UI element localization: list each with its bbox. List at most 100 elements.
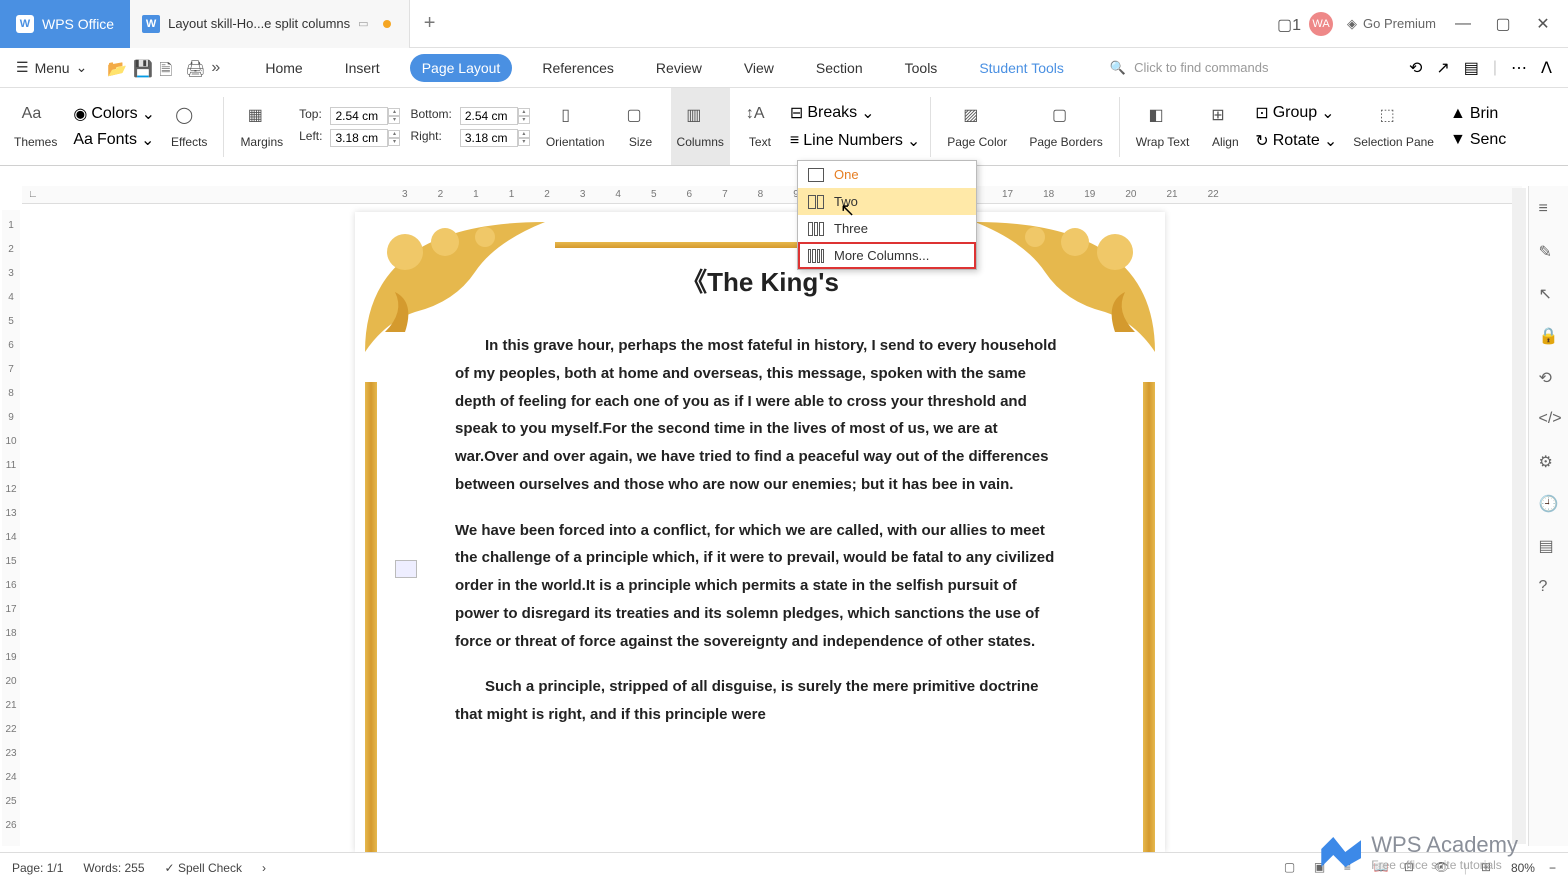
history-icon[interactable]: 🕘 [1539,494,1559,514]
translate-icon[interactable]: ⟲ [1539,368,1559,388]
collapse-icon[interactable]: ≡ [1539,200,1559,220]
paragraph-marker-icon[interactable] [395,560,417,578]
tab-insert[interactable]: Insert [333,54,392,82]
orientation-button[interactable]: ▯Orientation [540,88,611,165]
text-direction-button[interactable]: ↕AText [740,88,780,165]
size-button[interactable]: ▢Size [621,88,661,165]
tab-home[interactable]: Home [253,54,314,82]
margin-bottom-input[interactable] [460,107,518,125]
columns-option-one[interactable]: One [798,161,976,188]
columns-option-more[interactable]: More Columns... [798,242,976,269]
margin-left-input[interactable] [330,129,388,147]
columns-option-two[interactable]: Two [798,188,976,215]
minimize-button[interactable]: — [1450,11,1476,37]
spinner[interactable]: ▴▾ [518,108,530,124]
settings-icon[interactable]: ⚙ [1539,452,1559,472]
spinner[interactable]: ▴▾ [388,108,400,124]
line-numbers-button[interactable]: ≡Line Numbers⌄ [790,131,920,151]
open-icon[interactable]: 📂 [107,59,125,77]
app-name: WPS Office [42,16,114,32]
tab-tools[interactable]: Tools [893,54,950,82]
wrap-text-button[interactable]: ◧Wrap Text [1130,88,1196,165]
edit-icon[interactable]: ✎ [1539,242,1559,262]
send-backward-button[interactable]: ▼Senc [1450,131,1506,149]
bring-forward-button[interactable]: ▲Brin [1450,105,1506,123]
restore-icon[interactable]: ▭ [358,17,368,30]
window-badge-icon[interactable]: ▢1 [1277,15,1295,33]
margin-top-input[interactable] [330,107,388,125]
fonts-button[interactable]: AaFonts⌄ [73,130,155,150]
breaks-button[interactable]: ⊟Breaks⌄ [790,103,920,123]
document-page[interactable]: 《The King's In this grave hour, perhaps … [355,212,1165,852]
colors-button[interactable]: ◉Colors⌄ [73,104,155,124]
layout-side-icon[interactable]: ▤ [1539,536,1559,556]
menu-button[interactable]: ☰ Menu ⌄ [8,55,95,80]
print-preview-icon[interactable]: 🗎 [159,59,177,77]
document-tab[interactable]: W Layout skill-Ho...e split columns ▭ [130,0,409,48]
spell-check-button[interactable]: ✓ Spell Check [165,861,242,875]
more-columns-icon [808,249,824,263]
word-count[interactable]: Words: 255 [83,861,144,875]
tab-review[interactable]: Review [644,54,714,82]
wps-academy-watermark: WPS Academy Free office suite tutorials [1321,832,1518,872]
new-tab-button[interactable]: + [410,0,450,48]
collapse-ribbon-icon[interactable]: ᐱ [1541,58,1552,78]
columns-button[interactable]: ▥Columns [671,88,730,165]
zoom-out-button[interactable]: − [1549,861,1556,875]
doc-tab-title: Layout skill-Ho...e split columns [168,16,350,31]
share-icon[interactable]: ↗ [1436,58,1449,78]
side-toolbar: ≡ ✎ ↖ 🔒 ⟲ </> ⚙ 🕘 ▤ ? [1528,186,1568,846]
tab-view[interactable]: View [732,54,786,82]
go-premium-button[interactable]: ◈ Go Premium [1347,16,1436,32]
page-color-icon: ▨ [963,105,991,133]
maximize-button[interactable]: ▢ [1490,11,1516,37]
group-button[interactable]: ⊡Group⌄ [1255,103,1337,123]
select-icon[interactable]: ↖ [1539,284,1559,304]
margin-left-label: Left: [299,129,322,147]
command-search[interactable]: 🔍 Click to find commands [1110,60,1269,76]
code-icon[interactable]: </> [1539,410,1559,430]
user-avatar[interactable]: WA [1309,12,1333,36]
status-more[interactable]: › [262,861,266,875]
page-indicator[interactable]: Page: 1/1 [12,861,63,875]
columns-option-three[interactable]: Three [798,215,976,242]
horizontal-ruler[interactable]: ∟ 32112345678910 171819202122 [22,186,1522,204]
app-badge[interactable]: W WPS Office [0,0,130,48]
rotate-button[interactable]: ↻Rotate⌄ [1255,131,1337,151]
themes-button[interactable]: Aa Themes [8,88,63,165]
columns-icon: ▥ [686,105,714,133]
margins-icon: ▦ [248,105,276,133]
cursor-icon: ↖ [840,200,855,221]
lock-icon[interactable]: 🔒 [1539,326,1559,346]
layout-icon[interactable]: ▤ [1464,58,1479,78]
line-numbers-icon: ≡ [790,132,799,150]
more-qat-icon[interactable]: » [211,59,229,77]
help-icon[interactable]: ? [1539,578,1559,598]
page-borders-button[interactable]: ▢Page Borders [1023,88,1108,165]
save-icon[interactable]: 💾 [133,59,151,77]
tab-references[interactable]: References [530,54,626,82]
tab-student-tools[interactable]: Student Tools [967,54,1076,82]
spinner[interactable]: ▴▾ [388,130,400,146]
print-icon[interactable]: 🖨 [185,59,203,77]
selection-pane-button[interactable]: ⬚Selection Pane [1347,88,1440,165]
vertical-ruler[interactable]: 1234567891011121314151617181920212223242… [2,210,20,846]
view-web-icon[interactable]: ▢ [1284,860,1300,876]
document-body[interactable]: In this grave hour, perhaps the most fat… [455,332,1065,747]
paragraph-3: Such a principle, stripped of all disgui… [455,673,1065,729]
one-column-icon [808,168,824,182]
spinner[interactable]: ▴▾ [518,130,530,146]
page-color-button[interactable]: ▨Page Color [941,88,1013,165]
align-button[interactable]: ⊞Align [1205,88,1245,165]
close-button[interactable]: ✕ [1530,11,1556,37]
chevron-down-icon: ⌄ [1321,103,1334,123]
effects-button[interactable]: ◯ Effects [165,88,213,165]
tab-section[interactable]: Section [804,54,875,82]
more-icon[interactable]: ⋯ [1511,58,1527,78]
margin-right-input[interactable] [460,129,518,147]
sync-icon[interactable]: ⟲ [1409,58,1422,78]
orientation-icon: ▯ [561,105,589,133]
tab-page-layout[interactable]: Page Layout [410,54,513,82]
margins-button[interactable]: ▦ Margins [234,88,289,165]
vertical-scrollbar[interactable] [1512,188,1526,844]
